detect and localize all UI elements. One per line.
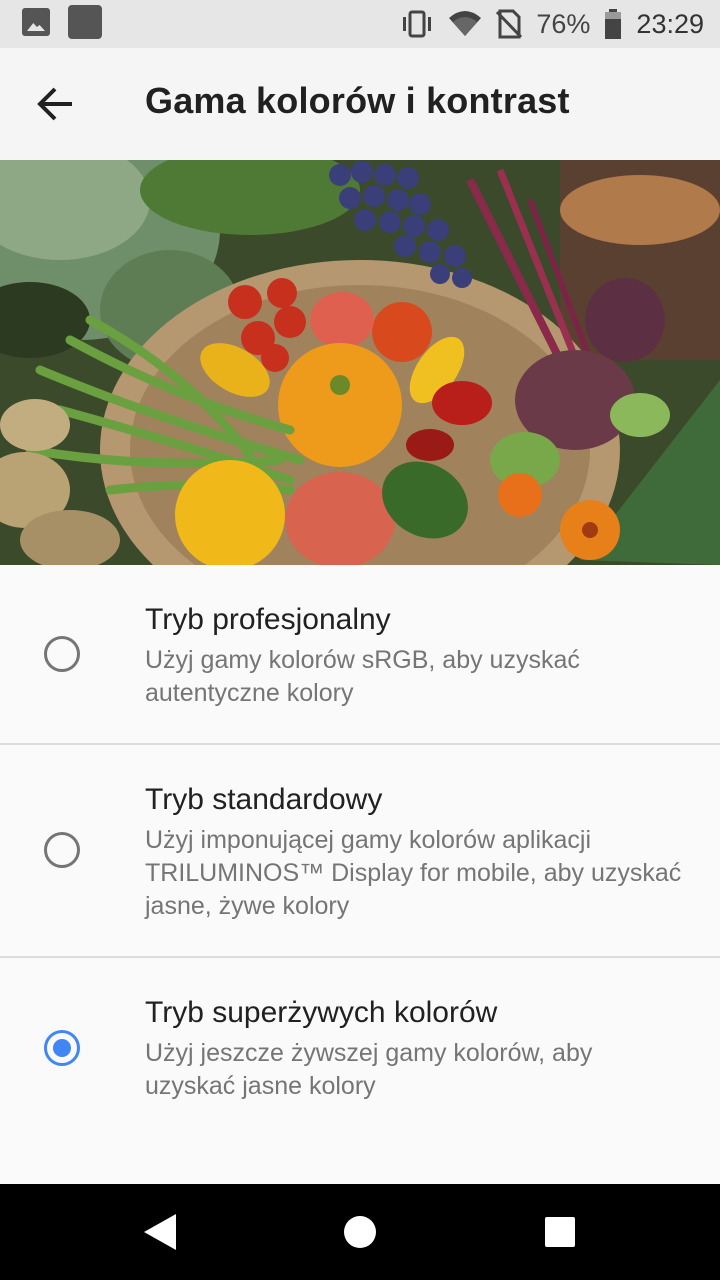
nav-home-button[interactable] [336, 1208, 384, 1256]
option-title: Tryb superżywych kolorów [145, 996, 498, 1029]
option-professional[interactable]: Tryb profesjonalny Użyj gamy kolorów sRG… [0, 566, 720, 744]
wifi-icon [449, 11, 482, 36]
status-bar: 76% 23:29 [0, 0, 720, 48]
radio-standard[interactable] [44, 832, 80, 868]
vegetables-photo [0, 160, 720, 565]
battery-percent: 76% [536, 8, 591, 39]
vibrate-icon [403, 10, 432, 38]
recents-square-icon [545, 1217, 575, 1247]
app-icon [68, 5, 102, 39]
option-description: Użyj jeszcze żywszej gamy kolorów, aby u… [145, 1039, 593, 1100]
battery-icon [605, 9, 622, 39]
home-circle-icon [344, 1216, 376, 1248]
image-icon [22, 8, 50, 36]
option-description: Użyj imponującej gamy kolorów aplikacji … [145, 826, 682, 920]
arrow-left-icon [37, 87, 72, 121]
hero-image [0, 160, 720, 565]
navigation-bar [0, 1184, 720, 1280]
radio-professional[interactable] [44, 636, 80, 672]
option-title: Tryb standardowy [145, 783, 383, 816]
option-description: Użyj gamy kolorów sRGB, aby uzyskać aute… [145, 646, 580, 707]
back-triangle-icon [144, 1214, 176, 1250]
app-bar: Gama kolorów i kontrast [0, 48, 720, 160]
option-standard[interactable]: Tryb standardowy Użyj imponującej gamy k… [0, 745, 720, 956]
no-sim-icon [496, 9, 523, 39]
option-super-vivid[interactable]: Tryb superżywych kolorów Użyj jeszcze ży… [0, 958, 720, 1138]
nav-back-button[interactable] [136, 1208, 184, 1256]
page-title: Gama kolorów i kontrast [145, 80, 570, 121]
option-title: Tryb profesjonalny [145, 603, 391, 636]
back-button[interactable] [28, 76, 84, 132]
nav-recents-button[interactable] [536, 1208, 584, 1256]
radio-super-vivid[interactable] [44, 1030, 80, 1066]
clock: 23:29 [636, 8, 704, 39]
